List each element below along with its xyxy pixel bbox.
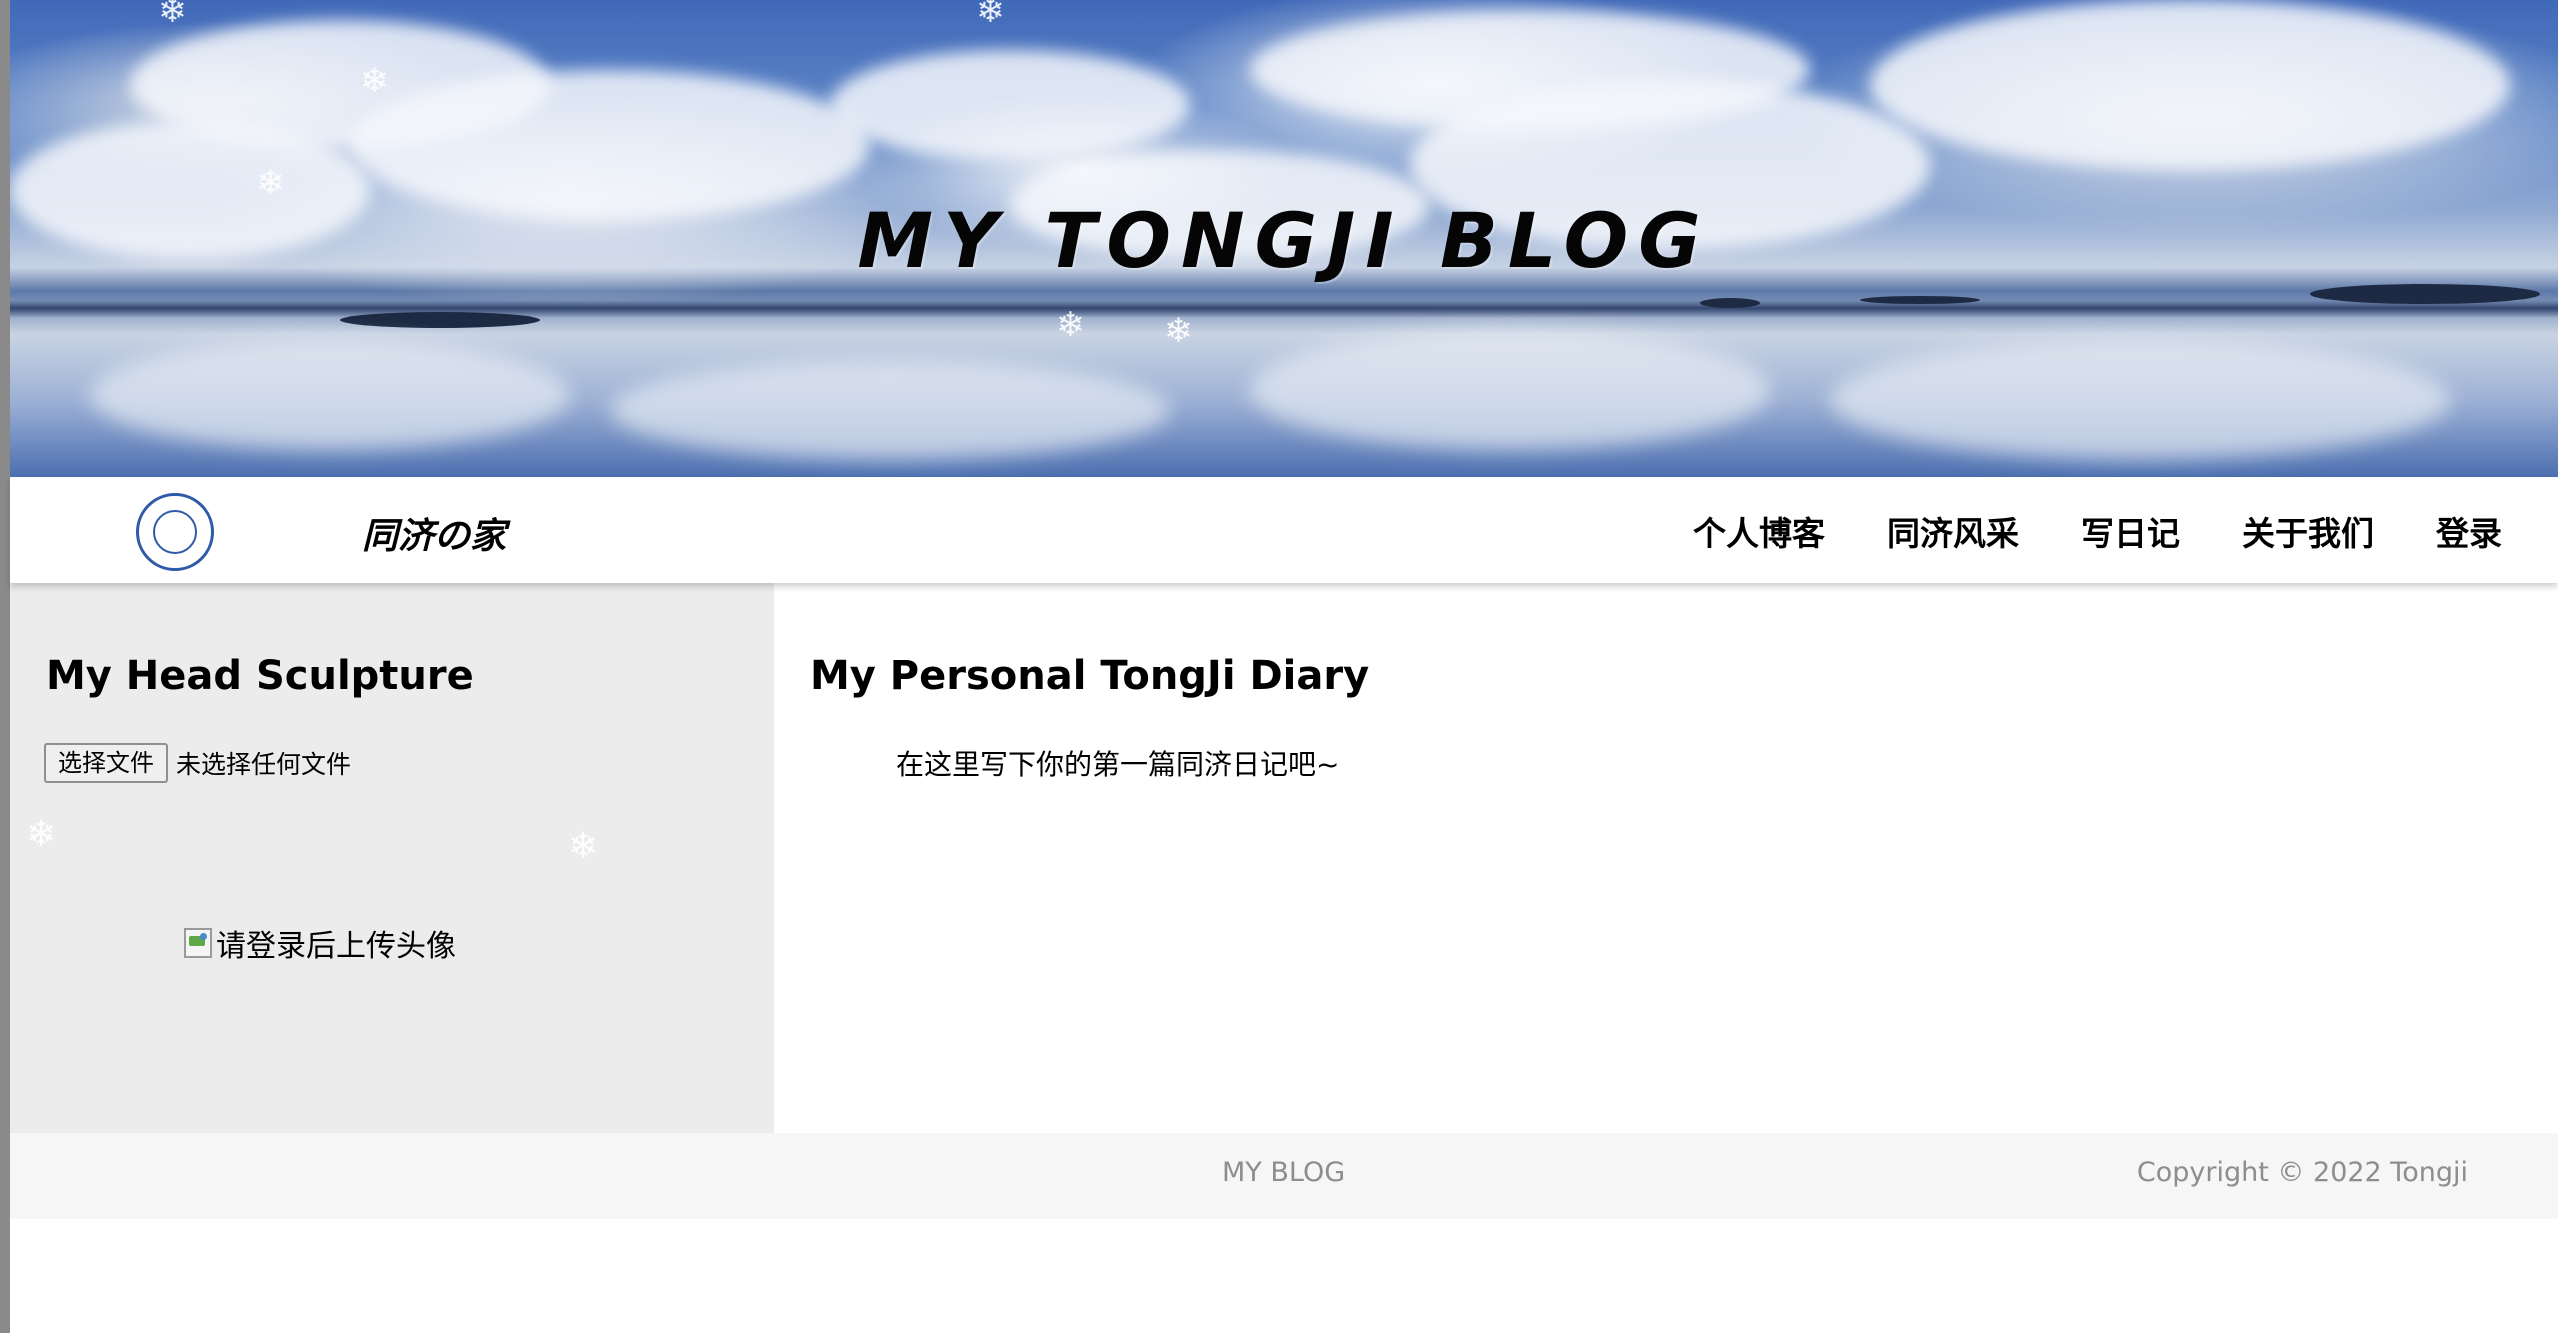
- nav-item-about-us[interactable]: 关于我们: [2242, 507, 2374, 553]
- sidebar-title: My Head Sculpture: [46, 653, 474, 699]
- diary-content: My Personal TongJi Diary 在这里写下你的第一篇同济日记吧…: [774, 583, 2558, 1133]
- avatar-alt-text: 请登录后上传头像: [216, 929, 456, 964]
- diary-placeholder-text: 在这里写下你的第一篇同济日记吧~: [896, 748, 1340, 781]
- snowflake-icon: ❄: [1056, 305, 1085, 345]
- snowflake-icon: ❄: [976, 0, 1005, 31]
- footer-copyright: Copyright © 2022 Tongji: [2136, 1157, 2468, 1188]
- tongji-logo-icon[interactable]: [136, 493, 214, 571]
- snowflake-icon: ❄: [1164, 311, 1193, 351]
- avatar-sidebar: My Head Sculpture 选择文件 未选择任何文件 ❄ ❄ 请登录后上…: [10, 583, 774, 1133]
- choose-file-button[interactable]: 选择文件: [44, 743, 168, 783]
- nav-item-write-diary[interactable]: 写日记: [2081, 507, 2180, 553]
- footer-brand: MY BLOG: [1222, 1157, 1346, 1188]
- brand-name[interactable]: 同济の家: [362, 507, 506, 559]
- diary-title: My Personal TongJi Diary: [810, 653, 1370, 699]
- page-footer: MY BLOG Copyright © 2022 Tongji: [10, 1133, 2558, 1219]
- file-status-text: 未选择任何文件: [176, 750, 352, 779]
- snowflake-icon: ❄: [360, 61, 389, 101]
- avatar-file-input[interactable]: 选择文件 未选择任何文件: [44, 743, 351, 783]
- nav-item-personal-blog[interactable]: 个人博客: [1693, 507, 1825, 553]
- avatar-image: 请登录后上传头像: [184, 921, 456, 965]
- nav-item-login[interactable]: 登录: [2436, 507, 2502, 553]
- nav-menu: 个人博客 同济风采 写日记 关于我们 登录: [1693, 507, 2502, 553]
- snowflake-icon: ❄: [26, 814, 57, 855]
- snowflake-icon: ❄: [568, 826, 599, 867]
- snowflake-icon: ❄: [256, 163, 285, 203]
- broken-image-icon: [184, 928, 212, 958]
- header-banner: ❄ ❄ ❄ ❄ ❄ ❄ MY TONGJI BLOG: [10, 0, 2558, 477]
- snowflake-icon: ❄: [158, 0, 187, 31]
- site-title: MY TONGJI BLOG: [857, 196, 1711, 285]
- nav-item-tongji-style[interactable]: 同济风采: [1887, 507, 2019, 553]
- top-navbar: 同济の家 个人博客 同济风采 写日记 关于我们 登录: [10, 477, 2558, 583]
- page-left-border: [0, 0, 10, 1333]
